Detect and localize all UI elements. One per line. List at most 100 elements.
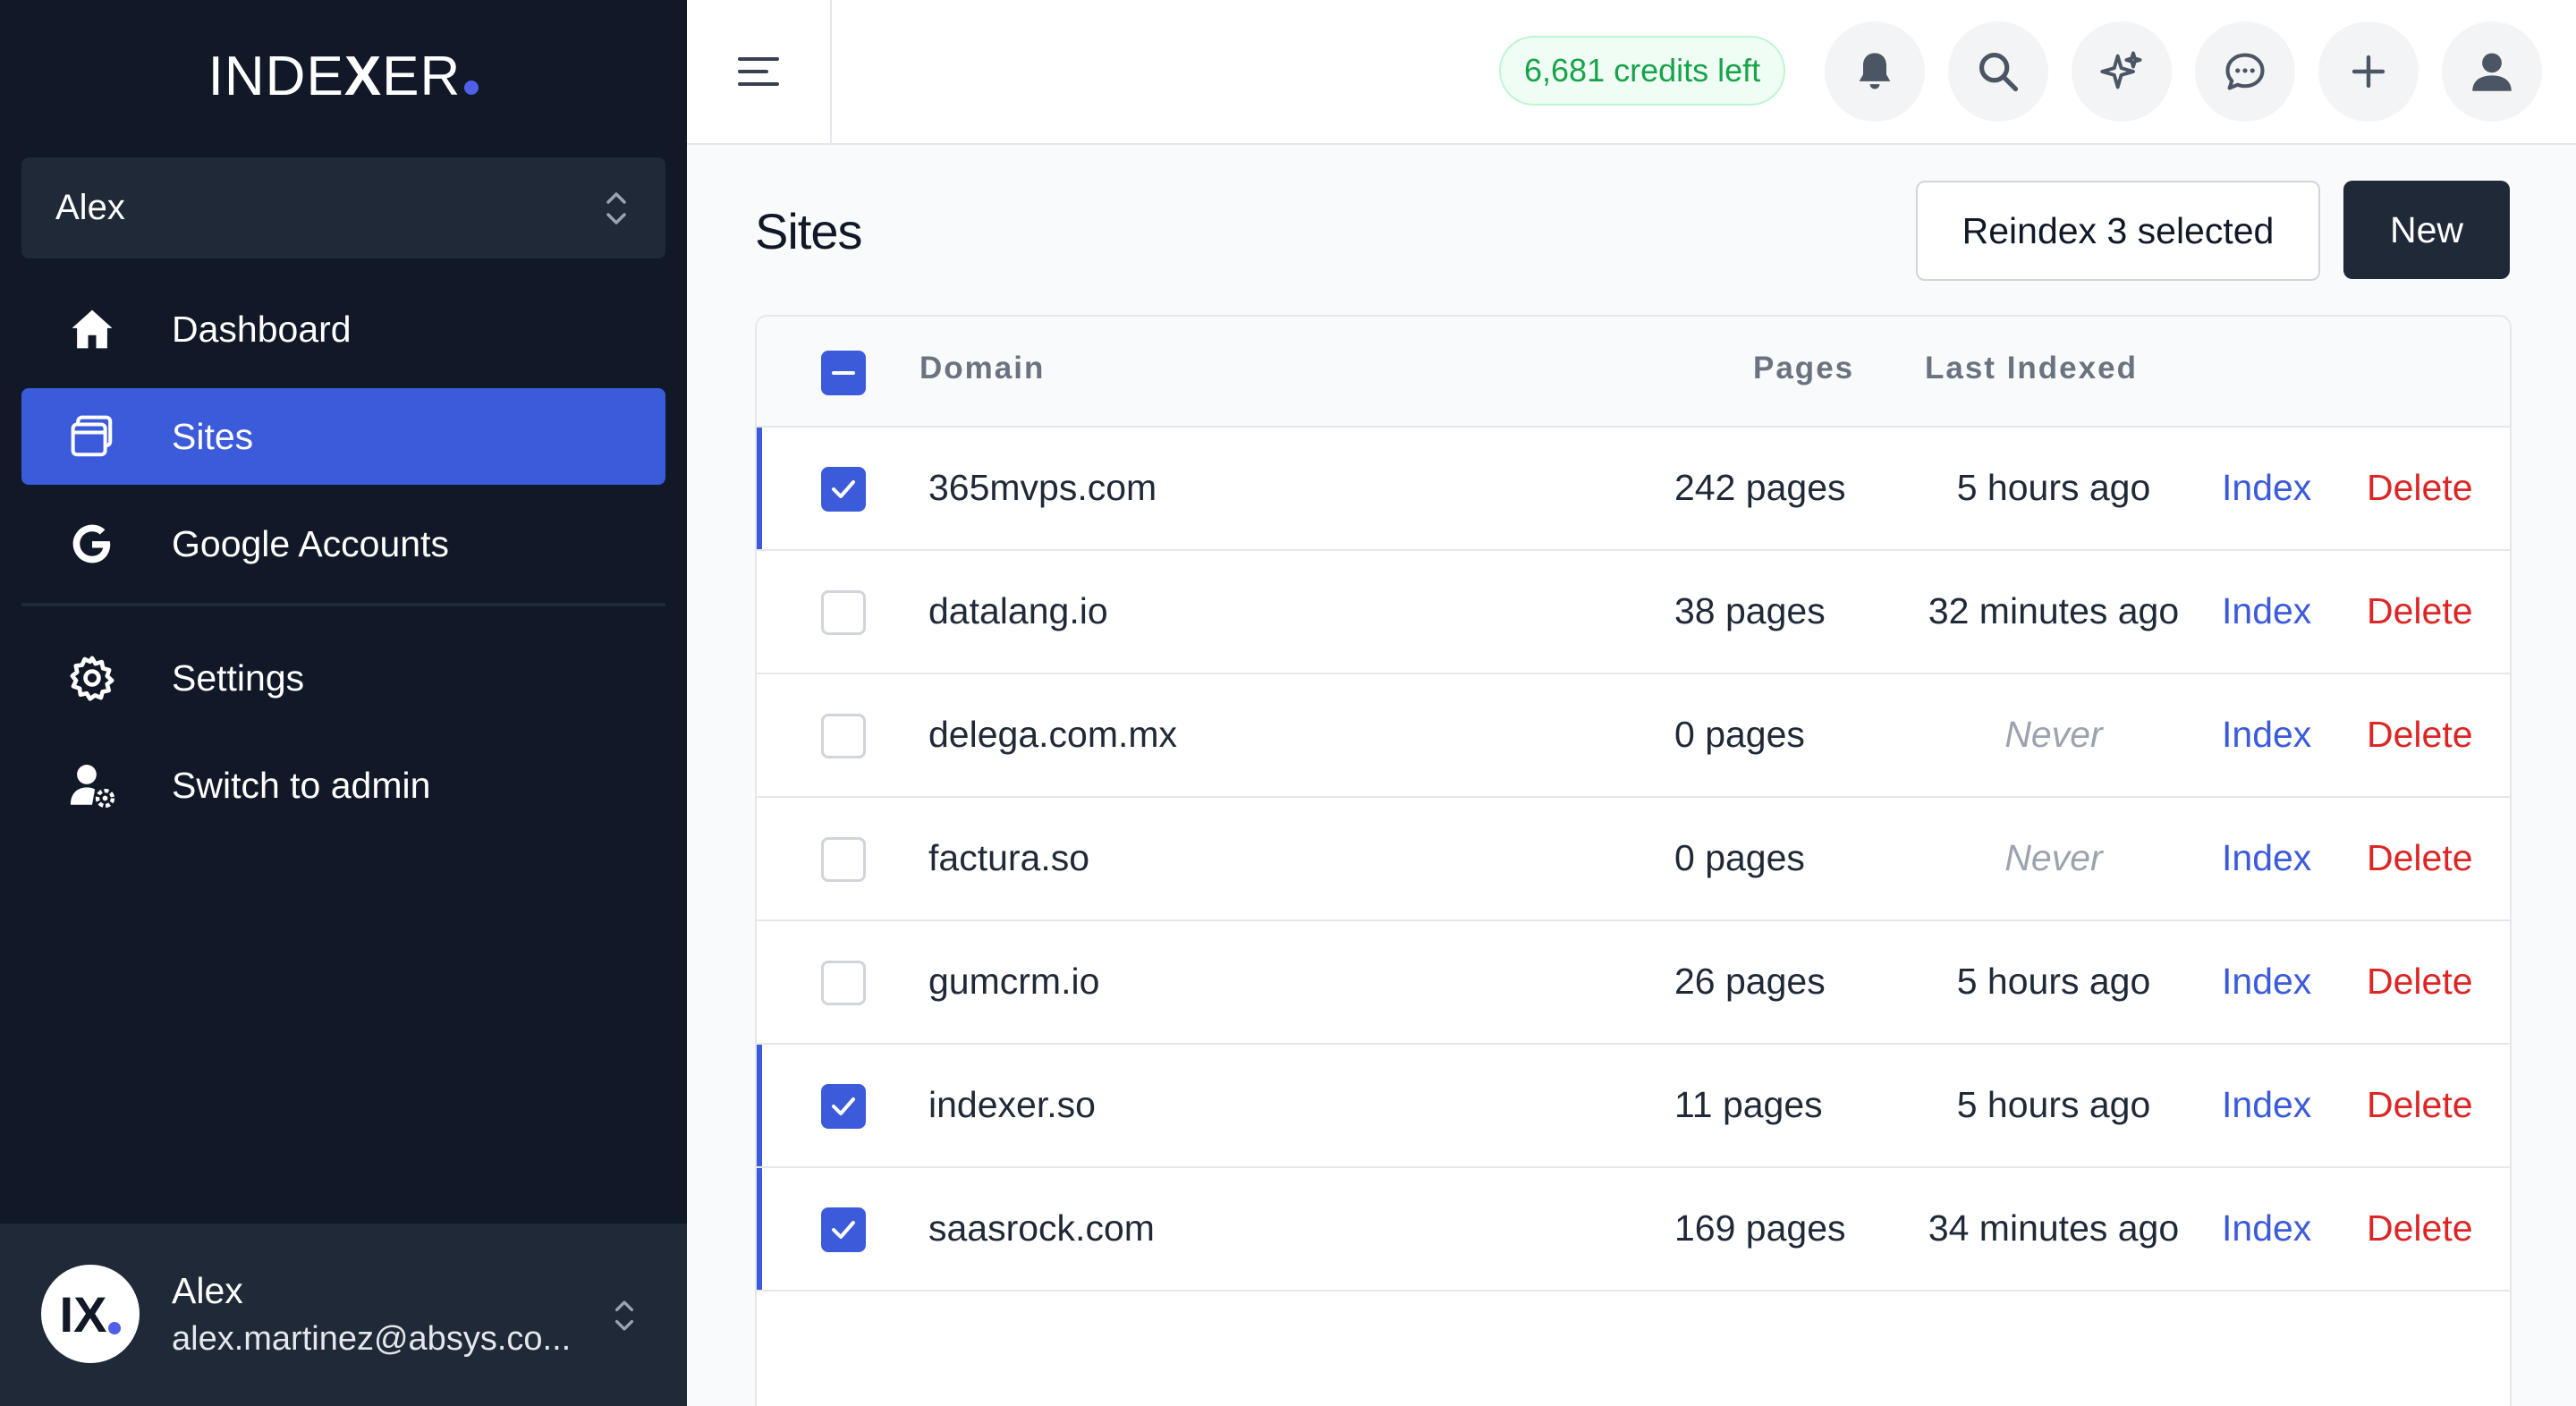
logo[interactable]: INDEXER: [0, 45, 687, 108]
browser-windows-icon: [66, 411, 118, 462]
sites-table: Domain Pages Last Indexed 365mvps.com 242…: [755, 315, 2512, 1406]
select-all-checkbox[interactable]: [821, 351, 866, 395]
sidebar-item-google-accounts[interactable]: Google Accounts: [21, 495, 665, 592]
user-icon: [2472, 53, 2512, 91]
cell-pages: 38 pages: [1674, 590, 1826, 631]
table-row: indexer.so 11 pages 5 hours ago Index Delete: [757, 1045, 2510, 1168]
reindex-selected-button[interactable]: Reindex 3 selected: [1916, 181, 2320, 281]
table-row: factura.so 0 pages Never Index Delete: [757, 798, 2510, 921]
column-header-domain[interactable]: Domain: [919, 351, 1045, 386]
gear-icon: [66, 652, 118, 704]
row-checkbox[interactable]: [821, 1207, 866, 1252]
cell-last-indexed: 5 hours ago: [1956, 467, 2151, 508]
check-icon: [832, 480, 855, 498]
menu-icon: [738, 57, 779, 86]
chat-button[interactable]: [2195, 21, 2295, 122]
delete-link[interactable]: Delete: [2367, 714, 2473, 756]
index-link[interactable]: Index: [2222, 714, 2311, 756]
cell-domain[interactable]: factura.so: [928, 837, 1089, 879]
sidebar-item-dashboard[interactable]: Dashboard: [21, 281, 665, 377]
delete-link[interactable]: Delete: [2367, 590, 2473, 632]
search-button[interactable]: [1948, 21, 2048, 122]
cell-pages: 26 pages: [1674, 961, 1826, 1002]
column-header-last-indexed[interactable]: Last Indexed: [1925, 351, 2138, 386]
account-selector[interactable]: Alex: [21, 157, 665, 258]
bell-icon: [1859, 53, 1891, 89]
user-panel[interactable]: IX Alex alex.martinez@absys.co...: [0, 1224, 687, 1406]
table-header: Domain Pages Last Indexed: [757, 317, 2510, 428]
table-row: 365mvps.com 242 pages 5 hours ago Index Dele…: [757, 428, 2510, 551]
cell-last-indexed: Never: [2004, 837, 2103, 878]
page-title: Sites: [755, 203, 862, 259]
row-checkbox[interactable]: [821, 714, 866, 758]
index-link[interactable]: Index: [2222, 590, 2311, 632]
cell-last-indexed: 32 minutes ago: [1928, 590, 2180, 631]
profile-button[interactable]: [2442, 21, 2542, 122]
home-icon: [66, 303, 118, 355]
sidebar-item-settings[interactable]: Settings: [21, 630, 665, 726]
cell-last-indexed: 5 hours ago: [1956, 961, 2151, 1002]
column-header-pages[interactable]: Pages: [1753, 351, 1854, 386]
index-link[interactable]: Index: [2222, 467, 2311, 509]
chat-icon: [2225, 53, 2265, 90]
chevron-up-down-icon: [606, 192, 626, 224]
cell-domain[interactable]: 365mvps.com: [928, 467, 1157, 509]
google-icon: [66, 518, 118, 570]
table-row: datalang.io 38 pages 32 minutes ago Index De…: [757, 551, 2510, 674]
sidebar-divider: [21, 603, 665, 606]
cell-pages: 11 pages: [1674, 1084, 1823, 1125]
new-site-button[interactable]: New: [2343, 181, 2510, 279]
index-link[interactable]: Index: [2222, 961, 2311, 1003]
row-checkbox[interactable]: [821, 961, 866, 1005]
sidebar-item-label: Settings: [172, 656, 305, 699]
delete-link[interactable]: Delete: [2367, 837, 2473, 879]
row-checkbox[interactable]: [821, 590, 866, 635]
search-icon: [1979, 52, 2019, 92]
delete-link[interactable]: Delete: [2367, 1207, 2473, 1249]
cell-domain[interactable]: saasrock.com: [928, 1207, 1155, 1249]
delete-link[interactable]: Delete: [2367, 467, 2473, 509]
table-row: saasrock.com 169 pages 34 minutes ago Index…: [757, 1168, 2510, 1292]
cell-last-indexed: 5 hours ago: [1956, 1084, 2151, 1125]
sidebar-item-sites[interactable]: Sites: [21, 388, 665, 485]
sidebar-item-label: Sites: [172, 415, 254, 457]
cell-domain[interactable]: indexer.so: [928, 1084, 1096, 1126]
topbar: 6,681 credits left: [687, 0, 2576, 145]
cell-pages: 0 pages: [1674, 714, 1805, 755]
main-content: Sites Reindex 3 selected New Domain Page…: [687, 145, 2576, 1406]
row-checkbox[interactable]: [821, 837, 866, 882]
cell-domain[interactable]: delega.com.mx: [928, 714, 1177, 756]
chevron-up-down-icon: [614, 1300, 634, 1331]
index-link[interactable]: Index: [2222, 1084, 2311, 1126]
sidebar-item-label: Google Accounts: [172, 522, 449, 564]
delete-link[interactable]: Delete: [2367, 1084, 2473, 1126]
cell-last-indexed: 34 minutes ago: [1928, 1207, 2180, 1249]
cell-domain[interactable]: datalang.io: [928, 590, 1108, 632]
sidebar-item-label: Switch to admin: [172, 764, 431, 806]
table-row: gumcrm.io 26 pages 5 hours ago Index Delete: [757, 921, 2510, 1045]
cell-last-indexed: Never: [2004, 714, 2103, 755]
sidebar-item-switch-admin[interactable]: Switch to admin: [21, 737, 665, 834]
check-icon: [832, 1221, 855, 1239]
menu-toggle-button[interactable]: [687, 0, 832, 143]
index-link[interactable]: Index: [2222, 1207, 2311, 1249]
table-row: delega.com.mx 0 pages Never Index Delete: [757, 674, 2510, 798]
index-link[interactable]: Index: [2222, 837, 2311, 879]
user-name: Alex: [172, 1270, 243, 1311]
cell-pages: 0 pages: [1674, 837, 1805, 878]
plus-icon: [2351, 55, 2385, 89]
notifications-button[interactable]: [1825, 21, 1925, 122]
sparkles-icon: [2100, 51, 2142, 89]
row-checkbox[interactable]: [821, 467, 866, 512]
avatar: IX: [41, 1265, 140, 1363]
credits-badge: 6,681 credits left: [1499, 36, 1786, 106]
sidebar: INDEXER Alex Dashboard Sites Google Acco…: [0, 0, 687, 1406]
user-cog-icon: [66, 759, 118, 811]
ai-button[interactable]: [2072, 21, 2172, 122]
user-email: alex.martinez@absys.co...: [172, 1320, 572, 1358]
cell-domain[interactable]: gumcrm.io: [928, 961, 1099, 1003]
add-button[interactable]: [2318, 21, 2419, 122]
minus-icon: [832, 371, 855, 375]
row-checkbox[interactable]: [821, 1084, 866, 1129]
delete-link[interactable]: Delete: [2367, 961, 2473, 1003]
